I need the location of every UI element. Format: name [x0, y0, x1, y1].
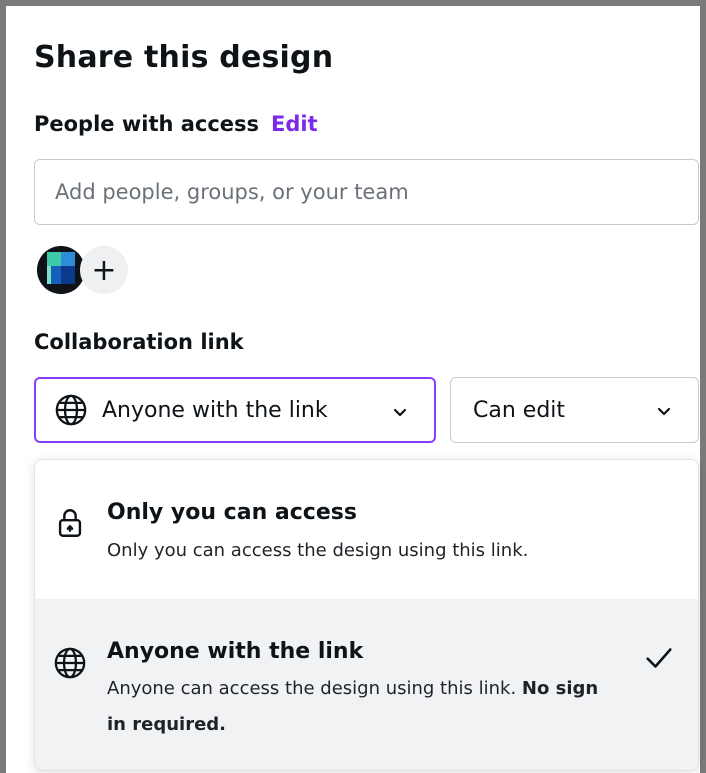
edit-access-link[interactable]: Edit	[271, 112, 318, 136]
add-people-input[interactable]	[34, 159, 699, 225]
globe-icon	[55, 394, 87, 426]
link-access-select[interactable]: Anyone with the link	[34, 377, 436, 443]
option-title: Anyone with the link	[107, 639, 364, 664]
link-access-value: Anyone with the link	[102, 397, 328, 423]
option-description: Anyone can access the design using this …	[107, 671, 607, 743]
option-anyone-with-link[interactable]: Anyone with the link Anyone can access t…	[35, 599, 698, 770]
checkmark-icon	[646, 648, 672, 668]
people-access-label: People with access	[34, 112, 260, 136]
plus-icon: +	[91, 252, 117, 288]
option-title: Only you can access	[107, 500, 357, 525]
avatar	[37, 246, 85, 294]
permission-select[interactable]: Can edit	[450, 377, 699, 443]
chevron-down-icon	[657, 407, 671, 416]
dialog-title: Share this design	[34, 40, 334, 75]
add-person-button[interactable]: +	[80, 246, 128, 294]
option-description: Only you can access the design using thi…	[107, 540, 529, 561]
option-only-you[interactable]: Only you can access Only you can access …	[35, 460, 698, 599]
chevron-down-icon	[393, 408, 407, 417]
globe-icon	[54, 647, 86, 679]
avatar-image	[37, 246, 85, 294]
permission-value: Can edit	[473, 397, 566, 423]
share-panel: Share this design People with access Edi…	[0, 0, 706, 773]
link-access-dropdown: Only you can access Only you can access …	[34, 459, 699, 771]
lock-icon	[58, 509, 82, 537]
option-description-text: Anyone can access the design using this …	[107, 678, 517, 699]
collaboration-link-label: Collaboration link	[34, 330, 244, 354]
